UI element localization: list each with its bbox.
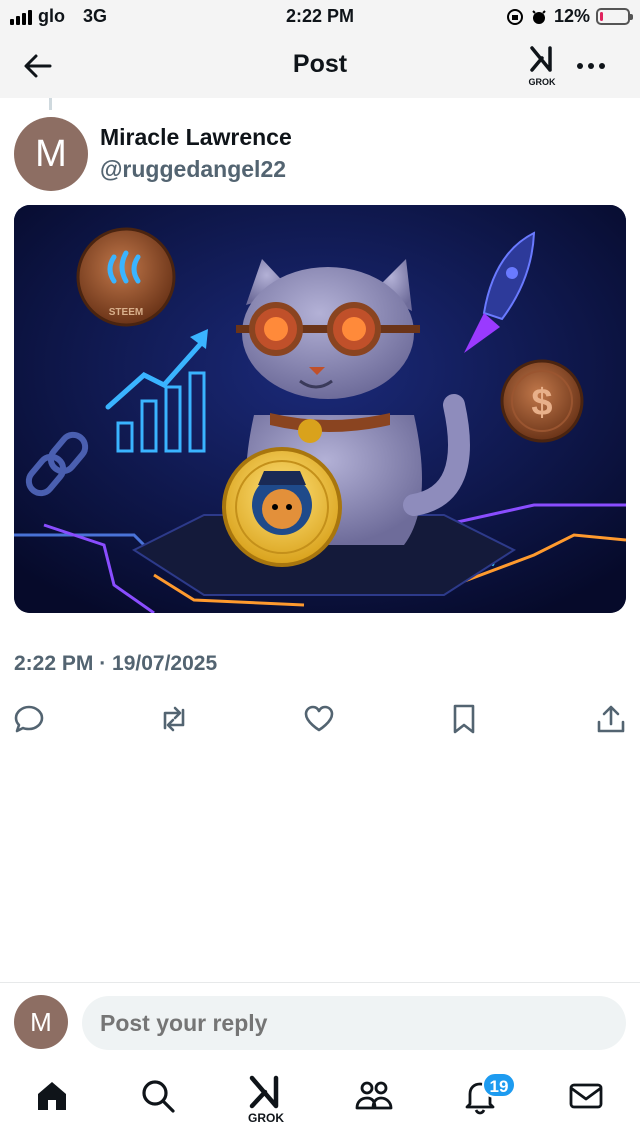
grok-icon [530, 46, 552, 72]
share-button[interactable] [594, 702, 628, 736]
post-image[interactable]: STEEM $ [14, 205, 626, 613]
grok-icon [249, 1075, 279, 1109]
reply-input[interactable] [82, 996, 626, 1050]
more-icon [577, 63, 605, 69]
battery-icon [596, 8, 633, 25]
nav-grok-label: GROK [248, 1111, 284, 1125]
nav-messages[interactable] [564, 1074, 608, 1122]
nav-home[interactable] [30, 1074, 74, 1122]
like-button[interactable] [302, 702, 336, 736]
battery-percent: 12% [553, 6, 590, 26]
author-handle[interactable]: @ruggedangel22 [100, 156, 286, 183]
grok-button[interactable]: GROK [524, 44, 560, 88]
alarm-icon [532, 9, 546, 24]
nav-search[interactable] [136, 1074, 180, 1122]
reply-avatar: M [14, 995, 68, 1049]
communities-icon [355, 1081, 393, 1110]
notifications-badge: 19 [482, 1072, 516, 1098]
steem-coin-label: STEEM [109, 307, 143, 318]
reply-divider [0, 982, 640, 983]
status-right: 12% [506, 6, 633, 27]
search-icon [142, 1080, 175, 1113]
status-bar: glo 3G 2:22 PM 12% [0, 0, 640, 34]
post-timestamp: 2:22 PM · 19/07/2025 [14, 652, 218, 675]
avatar[interactable]: M [14, 117, 88, 191]
mail-icon [569, 1083, 603, 1109]
reply-icon [14, 705, 44, 733]
orientation-lock-icon [506, 8, 523, 25]
nav-communities[interactable] [352, 1074, 396, 1122]
share-icon [597, 705, 625, 733]
more-options-button[interactable] [574, 54, 608, 78]
grok-label: GROK [528, 77, 556, 87]
bottom-nav: GROK [0, 1066, 640, 1138]
header: Post GROK [0, 34, 640, 98]
like-icon [304, 705, 334, 732]
repost-icon [163, 706, 185, 732]
home-icon [38, 1082, 66, 1110]
svg-text:$: $ [531, 382, 552, 424]
repost-button[interactable] [157, 702, 191, 736]
nav-grok[interactable]: GROK [244, 1074, 288, 1125]
thread-line [49, 98, 52, 110]
action-bar [0, 702, 640, 736]
reply-button[interactable] [12, 702, 46, 736]
author-name[interactable]: Miracle Lawrence [100, 124, 292, 151]
bookmark-button[interactable] [447, 702, 481, 736]
bookmark-icon [453, 704, 475, 734]
post-illustration: STEEM $ [14, 205, 626, 613]
